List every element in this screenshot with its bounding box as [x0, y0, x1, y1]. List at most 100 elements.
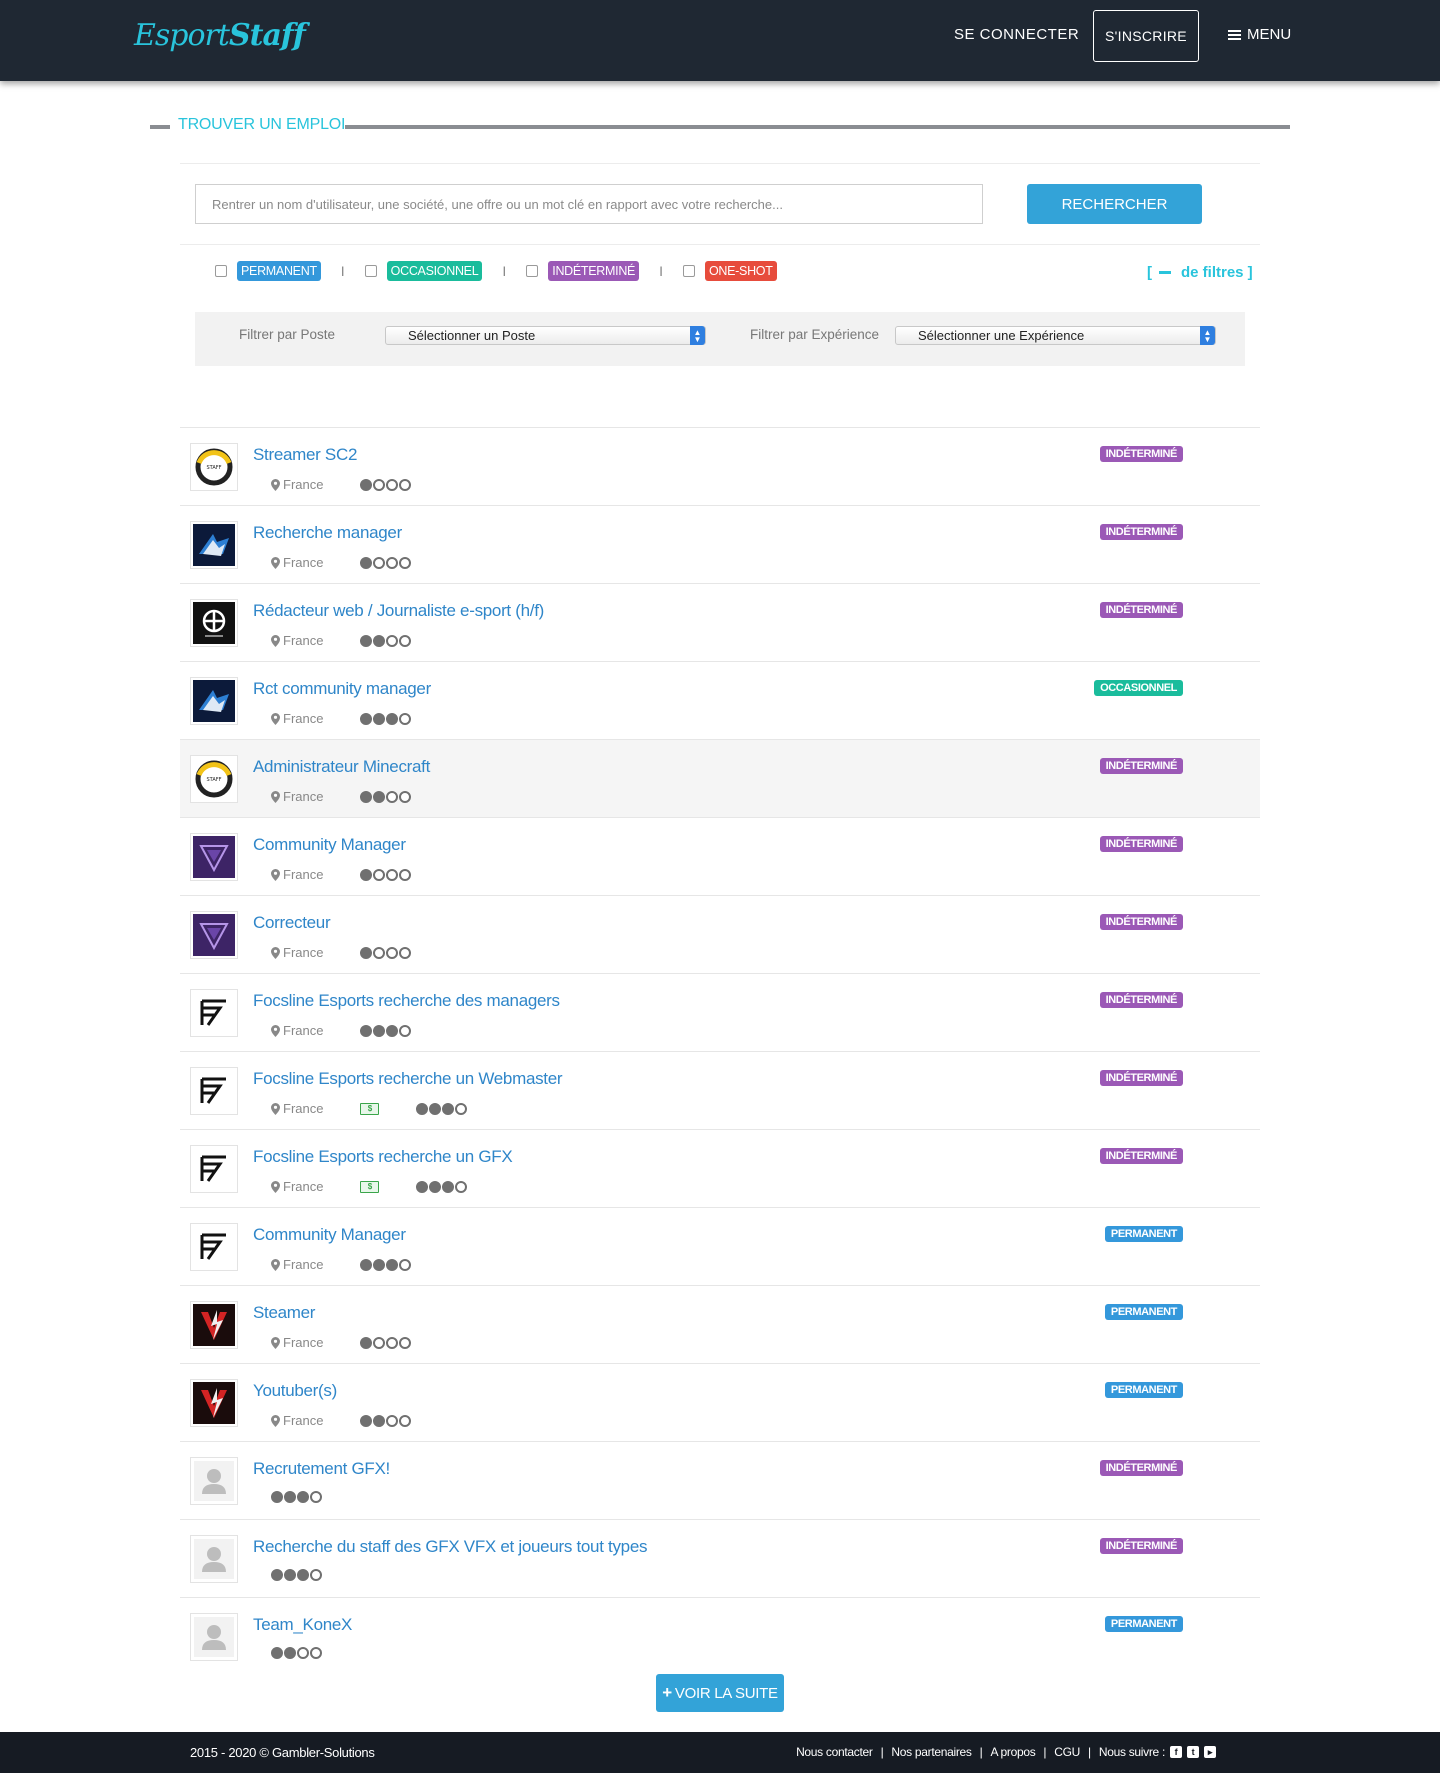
checkbox[interactable]	[682, 265, 695, 277]
job-row[interactable]: Recherche manager France INDÉTERMINÉ	[180, 505, 1260, 583]
job-row[interactable]: Rédacteur web / Journaliste e-sport (h/f…	[180, 583, 1260, 661]
signup-button[interactable]: S'INSCRIRE	[1093, 10, 1199, 62]
job-row[interactable]: Focsline Esports recherche un GFX France $…	[180, 1129, 1260, 1207]
company-logo[interactable]	[190, 1457, 238, 1505]
company-logo[interactable]	[190, 1301, 238, 1349]
level-dot	[386, 712, 399, 725]
company-logo[interactable]	[190, 1067, 238, 1115]
job-row[interactable]: Youtuber(s) France PERMANENT	[180, 1363, 1260, 1441]
company-logo[interactable]	[190, 1613, 238, 1661]
experience-select-value: Sélectionner une Expérience	[918, 328, 1085, 343]
company-logo[interactable]	[190, 1535, 238, 1583]
job-row[interactable]: Recherche du staff des GFX VFX et joueur…	[180, 1519, 1260, 1597]
type-filter-permanent[interactable]: PERMANENT	[215, 261, 321, 281]
toggle-filters-link[interactable]: [de filtres ]	[1147, 264, 1253, 281]
twitter-icon[interactable]: t	[1187, 1746, 1199, 1758]
location-pin-icon	[271, 712, 280, 725]
level-dot	[399, 1414, 412, 1427]
job-title-link[interactable]: Focsline Esports recherche un Webmaster	[253, 1069, 563, 1089]
company-logo[interactable]	[190, 1223, 238, 1271]
footer-link[interactable]: Nos partenaires	[891, 1745, 972, 1759]
job-row[interactable]: Steamer France PERMANENT	[180, 1285, 1260, 1363]
job-meta: France	[271, 1413, 412, 1428]
location-pin-icon	[271, 1180, 280, 1193]
load-more-button[interactable]: + VOIR LA SUITE	[656, 1674, 784, 1712]
job-title-link[interactable]: Rct community manager	[253, 679, 431, 699]
job-title-link[interactable]: Youtuber(s)	[253, 1381, 337, 1401]
level-dot	[360, 712, 373, 725]
company-logo[interactable]	[190, 521, 238, 569]
company-logo[interactable]	[190, 677, 238, 725]
job-title-link[interactable]: Community Manager	[253, 835, 406, 855]
job-row[interactable]: STAFF Streamer SC2 France INDÉTERMINÉ	[180, 427, 1260, 505]
youtube-icon[interactable]: ▸	[1204, 1746, 1216, 1758]
company-logo[interactable]	[190, 911, 238, 959]
job-title-link[interactable]: Recrutement GFX!	[253, 1459, 390, 1479]
checkbox[interactable]	[364, 265, 377, 277]
job-type-badge: INDÉTERMINÉ	[1099, 1070, 1183, 1086]
company-logo[interactable]: STAFF	[190, 443, 238, 491]
poste-select[interactable]: Sélectionner un Poste ▲ ▼	[385, 326, 706, 345]
company-logo[interactable]	[190, 599, 238, 647]
level-dot	[455, 1180, 468, 1193]
menu-button[interactable]: MENU	[1228, 26, 1291, 43]
section-divider-right	[345, 125, 1290, 129]
copyright: 2015 - 2020 © Gambler-Solutions	[190, 1745, 375, 1760]
company-logo[interactable]	[190, 1379, 238, 1427]
facebook-icon[interactable]: f	[1170, 1746, 1182, 1758]
type-filter-occasionnel[interactable]: OCCASIONNEL	[364, 261, 483, 281]
footer-separator: |	[1043, 1745, 1047, 1759]
login-link[interactable]: SE CONNECTER	[954, 26, 1079, 43]
type-filter-indéterminé[interactable]: INDÉTERMINÉ	[526, 261, 640, 281]
search-button[interactable]: RECHERCHER	[1027, 184, 1202, 224]
job-row[interactable]: Community Manager France PERMANENT	[180, 1207, 1260, 1285]
company-logo-image	[193, 1538, 235, 1580]
footer-links: Nous contacter | Nos partenaires | A propos |…	[796, 1745, 1216, 1759]
job-title-link[interactable]: Administrateur Minecraft	[253, 757, 430, 777]
job-title-link[interactable]: Correcteur	[253, 913, 331, 933]
job-title-link[interactable]: Focsline Esports recherche un GFX	[253, 1147, 513, 1167]
company-logo-image	[193, 914, 235, 956]
type-filter-one-shot[interactable]: ONE-SHOT	[682, 261, 777, 281]
top-navbar: EsportStaff SE CONNECTER S'INSCRIRE MENU	[0, 0, 1440, 81]
separator: I	[502, 263, 507, 279]
footer-link[interactable]: A propos	[990, 1745, 1035, 1759]
search-input[interactable]	[195, 184, 983, 224]
job-row[interactable]: Focsline Esports recherche un Webmaster F…	[180, 1051, 1260, 1129]
experience-select[interactable]: Sélectionner une Expérience ▲ ▼	[895, 326, 1216, 345]
checkbox[interactable]	[526, 265, 539, 277]
level-dot	[373, 1024, 386, 1037]
job-row[interactable]: Recrutement GFX! INDÉTERMINÉ	[180, 1441, 1260, 1519]
separator: I	[659, 263, 663, 279]
footer-link[interactable]: CGU	[1054, 1745, 1080, 1759]
job-row[interactable]: Correcteur France INDÉTERMINÉ	[180, 895, 1260, 973]
company-logo[interactable]	[190, 989, 238, 1037]
company-logo[interactable]	[190, 833, 238, 881]
level-dot	[416, 1180, 429, 1193]
job-location-text: France	[283, 1335, 324, 1350]
job-row[interactable]: Community Manager France INDÉTERMINÉ	[180, 817, 1260, 895]
job-row[interactable]: STAFF Administrateur Minecraft France INDÉT…	[180, 739, 1260, 817]
checkbox[interactable]	[215, 265, 227, 277]
job-title-link[interactable]: Focsline Esports recherche des managers	[253, 991, 560, 1011]
job-meta: France	[271, 945, 412, 960]
job-title-link[interactable]: Recherche manager	[253, 523, 402, 543]
company-logo[interactable]: STAFF	[190, 755, 238, 803]
job-meta	[271, 1491, 322, 1503]
job-title-link[interactable]: Steamer	[253, 1303, 315, 1323]
job-row[interactable]: Rct community manager France OCCASIONNEL	[180, 661, 1260, 739]
job-title-link[interactable]: Recherche du staff des GFX VFX et joueur…	[253, 1537, 647, 1557]
level-dot	[297, 1569, 309, 1581]
job-row[interactable]: Focsline Esports recherche des managers F…	[180, 973, 1260, 1051]
job-title-link[interactable]: Community Manager	[253, 1225, 406, 1245]
company-logo[interactable]	[190, 1145, 238, 1193]
job-title-link[interactable]: Team_KoneX	[253, 1615, 352, 1635]
job-row[interactable]: Team_KoneX PERMANENT	[180, 1597, 1260, 1675]
site-logo[interactable]: EsportStaff	[134, 18, 306, 53]
job-title-link[interactable]: Rédacteur web / Journaliste e-sport (h/f…	[253, 601, 544, 621]
job-location-text: France	[283, 1257, 324, 1272]
job-title-link[interactable]: Streamer SC2	[253, 445, 357, 465]
footer-link[interactable]: Nous contacter	[796, 1745, 873, 1759]
level-dot	[386, 634, 399, 647]
level-dot	[399, 790, 412, 803]
